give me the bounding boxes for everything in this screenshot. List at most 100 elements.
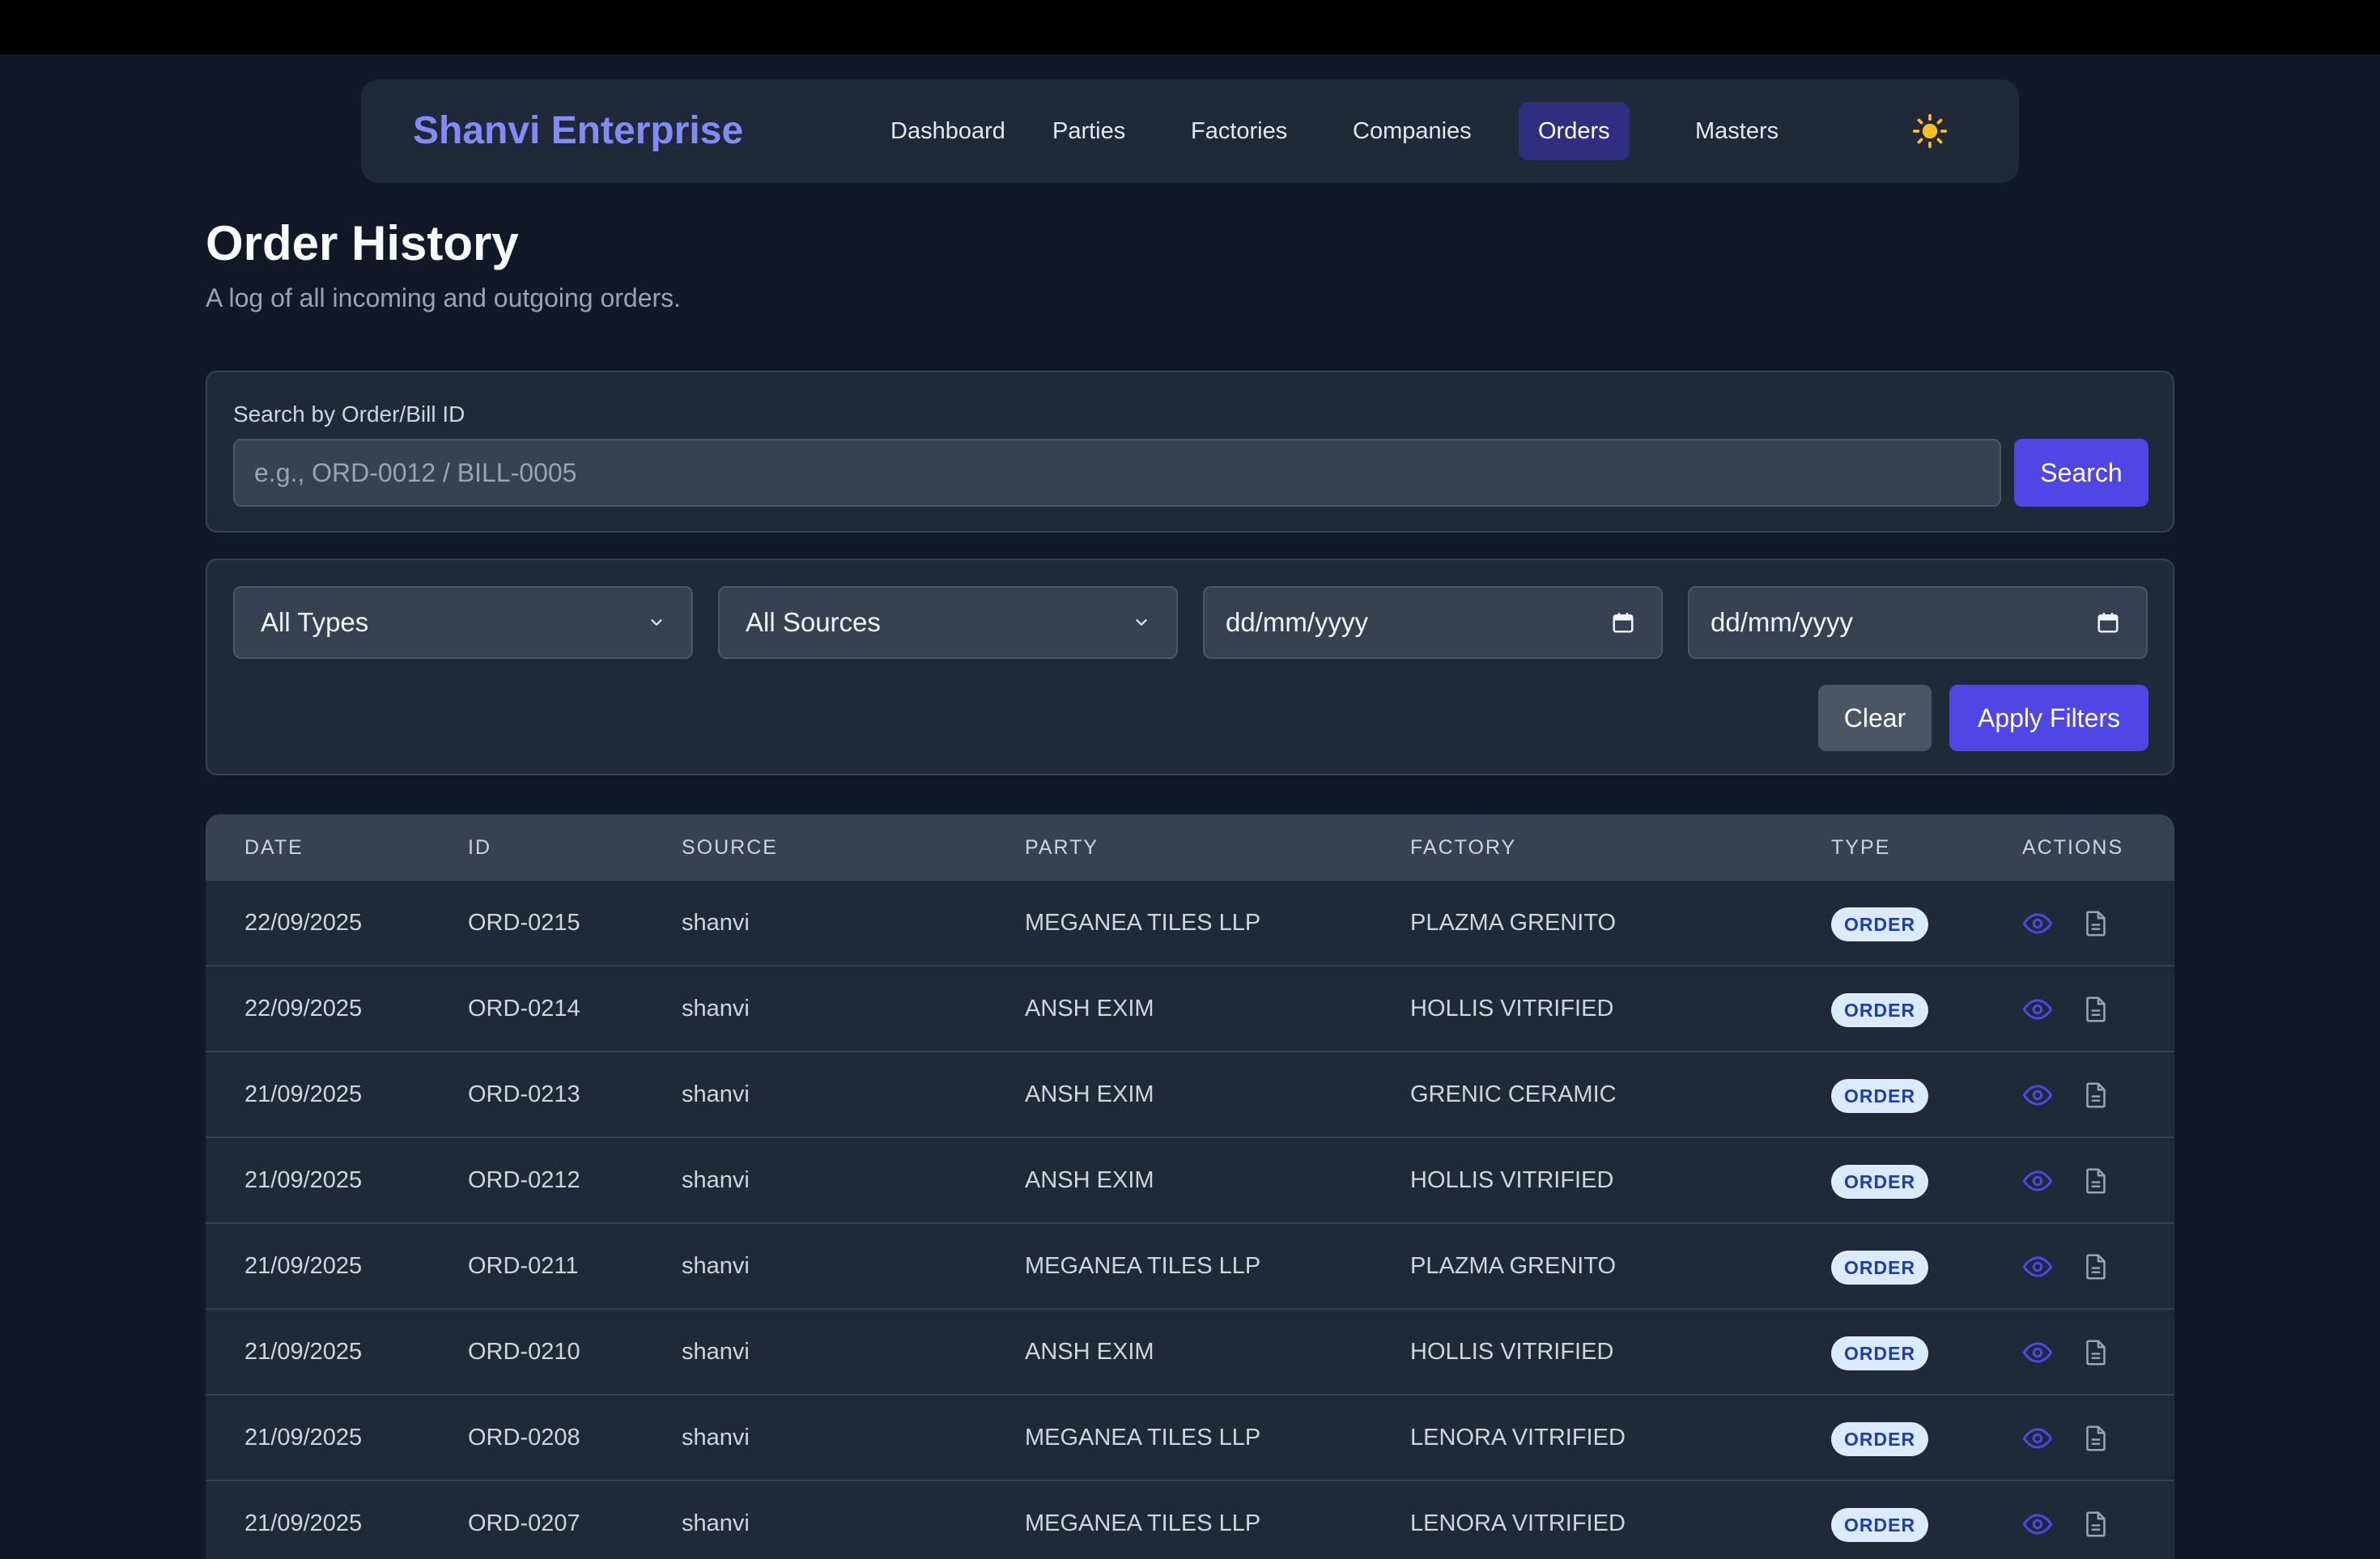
type-badge: ORDER: [1831, 1422, 1929, 1456]
cell-source: shanvi: [682, 1253, 750, 1279]
navbar: Shanvi Enterprise Dashboard Parties Fact…: [361, 79, 2019, 183]
type-badge: ORDER: [1831, 993, 1929, 1027]
cell-source: shanvi: [682, 1081, 750, 1107]
eye-icon: [2022, 999, 2053, 1020]
column-header-party: PARTY: [1025, 836, 1099, 859]
document-button[interactable]: [2080, 1251, 2111, 1282]
eye-icon: [2022, 1342, 2053, 1363]
cell-factory: GRENIC CERAMIC: [1410, 1081, 1617, 1107]
document-icon: [2086, 1425, 2106, 1451]
type-badge: ORDER: [1831, 1251, 1929, 1285]
eye-icon: [2022, 1514, 2053, 1535]
document-icon: [2086, 1168, 2106, 1194]
eye-icon: [2022, 1256, 2053, 1277]
cell-party: ANSH EXIM: [1025, 996, 1154, 1022]
column-header-type: TYPE: [1831, 836, 1891, 859]
type-badge: ORDER: [1831, 1165, 1929, 1199]
cell-id: ORD-0215: [468, 910, 580, 936]
document-button[interactable]: [2080, 1166, 2111, 1196]
date-from-input[interactable]: dd/mm/yyyy: [1203, 586, 1663, 659]
view-button[interactable]: [2022, 1166, 2053, 1196]
cell-party: MEGANEA TILES LLP: [1025, 1253, 1261, 1279]
cell-factory: PLAZMA GRENITO: [1410, 910, 1617, 936]
view-button[interactable]: [2022, 994, 2053, 1025]
chevron-down-icon: [1136, 619, 1147, 626]
page-subtitle: A log of all incoming and outgoing order…: [206, 283, 682, 312]
view-button[interactable]: [2022, 1251, 2053, 1282]
eye-icon: [2022, 1170, 2053, 1192]
table-row: 21/09/2025 ORD-0213 shanvi ANSH EXIM GRE…: [206, 1052, 2174, 1138]
cell-id: ORD-0212: [468, 1167, 580, 1193]
cell-party: MEGANEA TILES LLP: [1025, 1425, 1261, 1451]
column-header-source: SOURCE: [682, 836, 778, 859]
sun-icon: [1912, 113, 1948, 149]
table-row: 22/09/2025 ORD-0214 shanvi ANSH EXIM HOL…: [206, 966, 2174, 1052]
eye-icon: [2022, 1085, 2053, 1106]
cell-source: shanvi: [682, 1339, 750, 1365]
cell-factory: HOLLIS VITRIFIED: [1410, 1167, 1614, 1193]
document-button[interactable]: [2080, 1509, 2111, 1540]
search-input[interactable]: [233, 439, 2001, 507]
document-button[interactable]: [2080, 1423, 2111, 1454]
calendar-icon: [2097, 613, 2119, 633]
cell-factory: LENORA VITRIFIED: [1410, 1425, 1626, 1451]
document-button[interactable]: [2080, 994, 2111, 1025]
nav-item-companies[interactable]: Companies: [1333, 102, 1491, 160]
source-select-value: All Sources: [746, 607, 881, 637]
cell-party: ANSH EXIM: [1025, 1167, 1154, 1193]
chevron-down-icon: [651, 619, 662, 626]
document-icon: [2086, 911, 2106, 937]
date-to-input[interactable]: dd/mm/yyyy: [1688, 586, 2148, 659]
nav-item-orders[interactable]: Orders: [1519, 102, 1630, 160]
cell-source: shanvi: [682, 1167, 750, 1193]
nav-item-parties[interactable]: Parties: [1033, 102, 1145, 160]
cell-party: ANSH EXIM: [1025, 1339, 1154, 1365]
type-badge: ORDER: [1831, 1079, 1929, 1113]
nav-item-dashboard[interactable]: Dashboard: [871, 102, 1025, 160]
view-button[interactable]: [2022, 1423, 2053, 1454]
cell-id: ORD-0210: [468, 1339, 580, 1365]
eye-icon: [2022, 1428, 2053, 1449]
column-header-id: ID: [468, 836, 491, 859]
cell-factory: HOLLIS VITRIFIED: [1410, 996, 1614, 1022]
cell-id: ORD-0211: [468, 1253, 579, 1279]
cell-party: ANSH EXIM: [1025, 1081, 1154, 1107]
nav-item-factories[interactable]: Factories: [1171, 102, 1307, 160]
type-badge: ORDER: [1831, 1508, 1929, 1542]
apply-filters-button[interactable]: Apply Filters: [1949, 685, 2148, 751]
type-select-value: All Types: [261, 607, 369, 637]
view-button[interactable]: [2022, 1080, 2053, 1111]
cell-id: ORD-0208: [468, 1425, 580, 1451]
source-select[interactable]: All Sources: [718, 586, 1178, 659]
document-icon: [2086, 1254, 2106, 1280]
theme-toggle-button[interactable]: [1906, 107, 1954, 155]
cell-date: 21/09/2025: [244, 1081, 363, 1107]
document-icon: [2086, 996, 2106, 1022]
type-badge: ORDER: [1831, 1336, 1929, 1370]
filter-panel: All Types All Sources dd/mm/yyyy dd/mm/y…: [206, 559, 2174, 775]
brand-logo[interactable]: Shanvi Enterprise: [413, 79, 743, 183]
cell-source: shanvi: [682, 996, 750, 1022]
column-header-actions: ACTIONS: [2022, 836, 2124, 859]
column-header-factory: FACTORY: [1410, 836, 1517, 859]
cell-factory: PLAZMA GRENITO: [1410, 1253, 1617, 1279]
type-select[interactable]: All Types: [233, 586, 693, 659]
cell-party: MEGANEA TILES LLP: [1025, 910, 1261, 936]
cell-date: 21/09/2025: [244, 1425, 363, 1451]
cell-date: 21/09/2025: [244, 1339, 363, 1365]
eye-icon: [2022, 913, 2053, 934]
table-row: 21/09/2025 ORD-0208 shanvi MEGANEA TILES…: [206, 1395, 2174, 1481]
document-button[interactable]: [2080, 1337, 2111, 1368]
table-header: DATE ID SOURCE PARTY FACTORY TYPE ACTION…: [206, 814, 2174, 881]
column-header-date: DATE: [244, 836, 304, 859]
document-button[interactable]: [2080, 908, 2111, 939]
document-button[interactable]: [2080, 1080, 2111, 1111]
nav-item-masters[interactable]: Masters: [1676, 102, 1798, 160]
view-button[interactable]: [2022, 1337, 2053, 1368]
clear-button[interactable]: Clear: [1818, 685, 1932, 751]
table-row: 21/09/2025 ORD-0212 shanvi ANSH EXIM HOL…: [206, 1138, 2174, 1224]
cell-date: 21/09/2025: [244, 1253, 363, 1279]
search-button[interactable]: Search: [2014, 439, 2148, 507]
view-button[interactable]: [2022, 1509, 2053, 1540]
view-button[interactable]: [2022, 908, 2053, 939]
